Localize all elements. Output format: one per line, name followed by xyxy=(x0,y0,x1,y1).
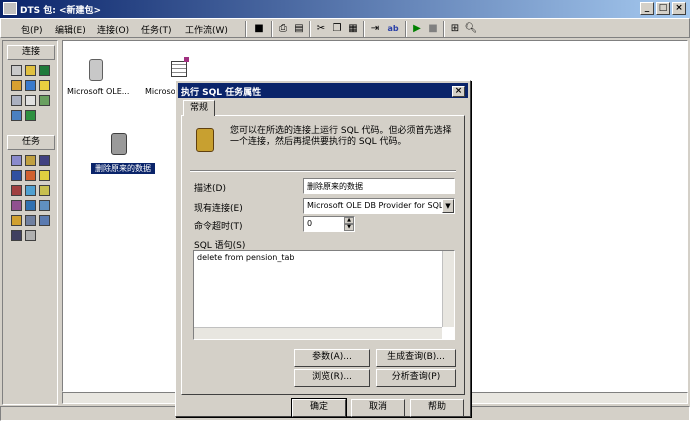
timeout-value: 0 xyxy=(307,219,313,228)
task-icon[interactable] xyxy=(25,215,36,226)
horizontal-scrollbar[interactable] xyxy=(194,327,442,339)
info-text: 您可以在所选的连接上运行 SQL 代码。但必须首先选择一个连接，然后再提供要执行… xyxy=(230,126,452,147)
connection-value: Microsoft OLE DB Provider for SQL Ser xyxy=(307,201,455,210)
description-label: 描述(D) xyxy=(194,184,226,194)
cancel-button[interactable]: 取消 xyxy=(351,399,405,417)
browse-button[interactable]: 浏览(R)... xyxy=(294,369,370,387)
stop-icon[interactable]: ■ xyxy=(425,21,441,36)
database-icon[interactable] xyxy=(89,59,103,81)
left-panel: 连接 任务 xyxy=(2,40,58,405)
dialog-titlebar: 执行 SQL 任务属性 × xyxy=(178,83,468,98)
connection-icon[interactable] xyxy=(11,110,22,121)
task-icon[interactable] xyxy=(25,200,36,211)
run-icon[interactable]: ▶ xyxy=(409,21,425,36)
dialog-close-button[interactable]: × xyxy=(452,86,465,97)
task-icon[interactable] xyxy=(25,155,36,166)
sql-task-icon[interactable] xyxy=(111,133,127,155)
connection-icon[interactable] xyxy=(11,65,22,76)
menu-package[interactable]: 包(P) xyxy=(21,23,42,36)
parameters-button[interactable]: 参数(A)... xyxy=(294,349,370,367)
description-input[interactable]: 删除原来的数据 xyxy=(303,178,455,194)
connection-icon[interactable] xyxy=(25,65,36,76)
ab-icon[interactable]: ab xyxy=(385,21,401,36)
window-title: DTS 包: <新建包> xyxy=(20,6,102,16)
tab-general[interactable]: 常规 xyxy=(183,100,215,116)
app-icon xyxy=(3,2,17,15)
connection-select[interactable]: Microsoft OLE DB Provider for SQL Ser ▼ xyxy=(303,198,455,214)
timeout-label: 命令超时(T) xyxy=(194,222,243,232)
print-icon[interactable]: ⎙ xyxy=(275,21,291,36)
task-icon[interactable] xyxy=(11,170,22,181)
task-icon[interactable] xyxy=(39,170,50,181)
task-icon[interactable] xyxy=(11,155,22,166)
task-icon[interactable] xyxy=(25,185,36,196)
maximize-button[interactable]: □ xyxy=(656,2,670,15)
cut-icon[interactable]: ✂ xyxy=(313,21,329,36)
build-query-button[interactable]: 生成查询(B)... xyxy=(376,349,456,367)
spin-down-icon[interactable]: ▼ xyxy=(344,224,354,231)
minimize-button[interactable]: _ xyxy=(640,2,654,15)
paste-icon[interactable]: ▦ xyxy=(345,21,361,36)
connections-header: 连接 xyxy=(7,45,55,60)
connection-icon[interactable] xyxy=(11,80,22,91)
connection-icon[interactable] xyxy=(11,95,22,106)
task-icon[interactable] xyxy=(11,185,22,196)
sql-textarea[interactable]: delete from pension_tab xyxy=(193,250,455,340)
connection-icon[interactable] xyxy=(25,80,36,91)
marker-icon xyxy=(184,57,189,62)
task-icon[interactable] xyxy=(39,185,50,196)
save-icon[interactable]: ■ xyxy=(251,21,267,36)
menu-edit[interactable]: 编辑(E) xyxy=(55,23,86,36)
sql-task-dialog: 执行 SQL 任务属性 × 常规 您可以在所选的连接上运行 SQL 代码。但必须… xyxy=(175,80,471,418)
connection-icon[interactable] xyxy=(39,95,50,106)
connection-icon[interactable] xyxy=(25,95,36,106)
sql-task-icon xyxy=(196,128,214,152)
parse-query-button[interactable]: 分析查询(P) xyxy=(376,369,456,387)
layout-icon[interactable]: ⊞ xyxy=(447,21,463,36)
sql-text: delete from pension_tab xyxy=(197,253,295,262)
help-button[interactable]: 帮助 xyxy=(410,399,464,417)
grid-icon[interactable] xyxy=(171,61,187,77)
properties-icon[interactable]: ▤ xyxy=(291,21,307,36)
connection-label: 现有连接(E) xyxy=(194,204,243,214)
menu-workflow[interactable]: 工作流(W) xyxy=(185,23,228,36)
window-titlebar: DTS 包: <新建包> _ □ × xyxy=(0,0,690,18)
close-button[interactable]: × xyxy=(672,2,686,15)
timeout-input[interactable]: 0 ▲ ▼ xyxy=(303,216,355,232)
tab-pane: 您可以在所选的连接上运行 SQL 代码。但必须首先选择一个连接，然后再提供要执行… xyxy=(181,115,465,395)
task-icon[interactable] xyxy=(25,170,36,181)
ok-button[interactable]: 确定 xyxy=(291,398,347,418)
chevron-down-icon[interactable]: ▼ xyxy=(442,199,454,213)
connection-icon[interactable] xyxy=(25,110,36,121)
zoom-icon[interactable]: 🔍︎ xyxy=(463,21,479,36)
connect-icon[interactable]: ⇥ xyxy=(367,21,383,36)
menu-connection[interactable]: 连接(O) xyxy=(97,23,129,36)
task-icon[interactable] xyxy=(11,215,22,226)
spin-up-icon[interactable]: ▲ xyxy=(344,217,354,224)
menu-toolbar: 包(P) 编辑(E) 连接(O) 任务(T) 工作流(W) ■ ⎙ ▤ ✂ ❐ … xyxy=(0,18,690,38)
task3-label[interactable]: 删除原来的数据 xyxy=(91,163,155,174)
task-icon[interactable] xyxy=(39,155,50,166)
connection-icon[interactable] xyxy=(39,80,50,91)
dialog-title: 执行 SQL 任务属性 xyxy=(181,88,262,98)
copy-icon[interactable]: ❐ xyxy=(329,21,345,36)
tasks-header: 任务 xyxy=(7,135,55,150)
task-icon[interactable] xyxy=(11,230,22,241)
task-icon[interactable] xyxy=(39,215,50,226)
task-icon[interactable] xyxy=(39,200,50,211)
menu-task[interactable]: 任务(T) xyxy=(141,23,172,36)
vertical-scrollbar[interactable] xyxy=(442,251,454,327)
divider xyxy=(190,170,456,172)
task1-label: Microsoft OLE... xyxy=(67,87,130,96)
task-icon[interactable] xyxy=(25,230,36,241)
connection-icon[interactable] xyxy=(39,65,50,76)
task-icon[interactable] xyxy=(11,200,22,211)
